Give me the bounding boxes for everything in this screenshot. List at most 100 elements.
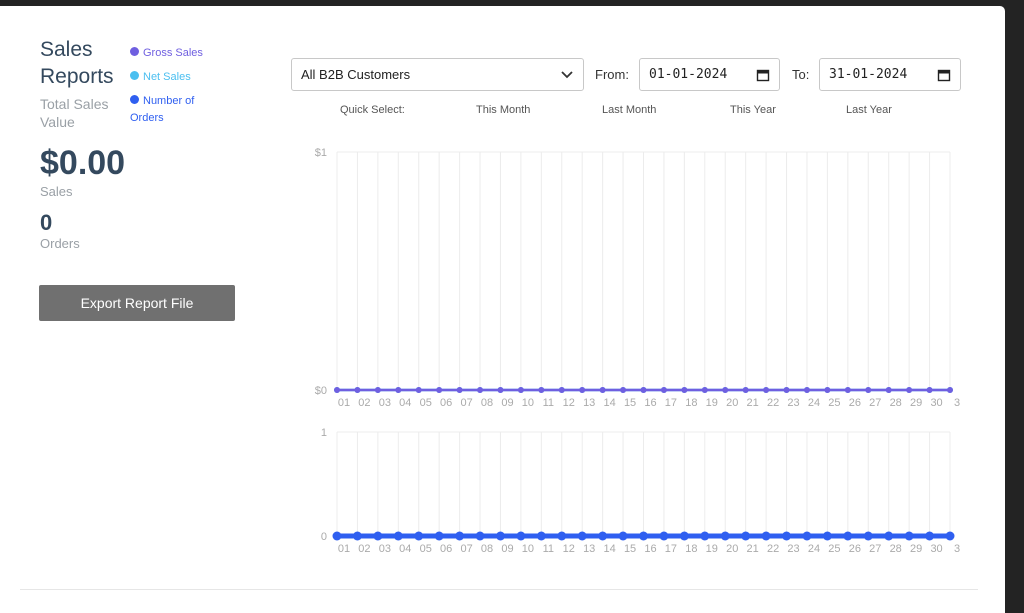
quick-select-label: Quick Select:: [340, 104, 405, 116]
data-point: [456, 387, 463, 393]
x-tick-label: 11: [543, 543, 554, 555]
x-tick-label: 21: [747, 543, 759, 555]
x-tick-label: 10: [522, 397, 534, 409]
data-point: [904, 531, 914, 541]
x-tick-label: 02: [358, 397, 370, 409]
chevron-down-icon: [561, 71, 573, 79]
x-tick-label: 3: [954, 397, 960, 409]
from-label: From:: [595, 67, 629, 82]
legend-dot-icon: [130, 71, 139, 80]
x-tick-label: 01: [338, 397, 350, 409]
x-tick-label: 08: [481, 397, 493, 409]
x-tick-label: 13: [583, 543, 595, 555]
x-tick-label: 18: [685, 397, 697, 409]
x-tick-label: 14: [604, 397, 616, 409]
data-point: [865, 387, 872, 393]
data-point: [395, 387, 402, 393]
x-tick-label: 05: [420, 543, 432, 555]
quick-select-last-month[interactable]: Last Month: [602, 104, 656, 116]
x-tick-label: 26: [849, 543, 861, 555]
data-point: [618, 531, 628, 541]
data-point: [373, 531, 383, 541]
customer-select[interactable]: All B2B Customers: [291, 58, 584, 91]
data-point: [681, 387, 688, 393]
data-point: [620, 387, 627, 393]
data-point: [497, 387, 504, 393]
data-point: [783, 387, 790, 393]
data-point: [639, 531, 648, 541]
legend-item-number-of-orders[interactable]: Number of Orders: [130, 93, 210, 127]
x-tick-label: 22: [767, 397, 779, 409]
legend-label: Net Sales: [143, 71, 191, 83]
data-point: [884, 531, 894, 541]
data-point: [947, 387, 953, 393]
x-tick-label: 24: [808, 543, 820, 555]
orders-label: Orders: [40, 236, 80, 251]
data-point: [720, 531, 730, 541]
x-tick-label: 08: [481, 543, 493, 555]
to-date-input[interactable]: 31-01-2024: [819, 58, 961, 91]
x-tick-label: 29: [910, 543, 922, 555]
x-tick-label: 23: [787, 543, 799, 555]
data-point: [598, 531, 608, 541]
x-tick-label: 30: [930, 397, 942, 409]
total-sales-value: $0.00: [40, 144, 126, 182]
to-label: To:: [792, 67, 810, 82]
x-tick-label: 26: [849, 397, 861, 409]
data-point: [599, 387, 606, 393]
legend-item-net-sales[interactable]: Net Sales: [130, 69, 220, 86]
legend-label: Number of Orders: [130, 95, 195, 124]
data-point: [763, 387, 770, 393]
calendar-icon[interactable]: [937, 68, 951, 82]
y-tick-label: 1: [321, 427, 327, 439]
data-point: [436, 387, 443, 393]
x-tick-label: 24: [808, 397, 820, 409]
x-tick-label: 10: [522, 543, 534, 555]
data-point: [414, 531, 424, 541]
quick-select-this-month[interactable]: This Month: [476, 104, 530, 116]
legend-label: Gross Sales: [143, 47, 203, 59]
x-tick-label: 19: [706, 543, 718, 555]
footer-divider: [20, 589, 978, 590]
page-subtitle: Total Sales Value: [40, 96, 109, 130]
data-point: [701, 387, 708, 393]
export-report-button[interactable]: Export Report File: [39, 285, 235, 321]
quick-select-this-year[interactable]: This Year: [730, 104, 776, 116]
x-tick-label: 04: [399, 543, 411, 555]
data-point: [824, 387, 831, 393]
data-point: [803, 387, 810, 393]
orders-count: 0: [40, 210, 53, 235]
quick-select-last-year[interactable]: Last Year: [846, 104, 892, 116]
x-tick-label: 16: [644, 543, 656, 555]
data-point: [538, 387, 545, 393]
legend-dot-icon: [130, 47, 139, 56]
data-point: [741, 531, 751, 541]
customer-select-value: All B2B Customers: [301, 67, 411, 82]
x-tick-label: 13: [583, 397, 595, 409]
x-tick-label: 15: [624, 397, 636, 409]
data-point: [516, 531, 526, 541]
calendar-icon[interactable]: [756, 68, 770, 82]
data-point: [925, 531, 935, 541]
x-tick-label: 07: [460, 397, 472, 409]
data-point: [700, 531, 710, 541]
data-point: [455, 531, 465, 541]
data-point: [640, 387, 647, 393]
data-point: [434, 531, 444, 541]
x-tick-label: 12: [563, 543, 575, 555]
x-tick-label: 25: [828, 397, 840, 409]
legend-item-gross-sales[interactable]: Gross Sales: [130, 45, 220, 62]
legend-dot-icon: [130, 95, 139, 104]
to-date-value: 31-01-2024: [829, 67, 908, 82]
x-tick-label: 01: [338, 543, 350, 555]
x-tick-label: 30: [930, 543, 942, 555]
x-tick-label: 11: [543, 397, 554, 409]
data-point: [536, 531, 546, 541]
data-point: [332, 531, 342, 541]
x-tick-label: 12: [563, 397, 575, 409]
from-date-input[interactable]: 01-01-2024: [639, 58, 780, 91]
x-tick-label: 18: [685, 543, 697, 555]
data-point: [558, 387, 565, 393]
data-point: [477, 387, 484, 393]
data-point: [557, 531, 567, 541]
